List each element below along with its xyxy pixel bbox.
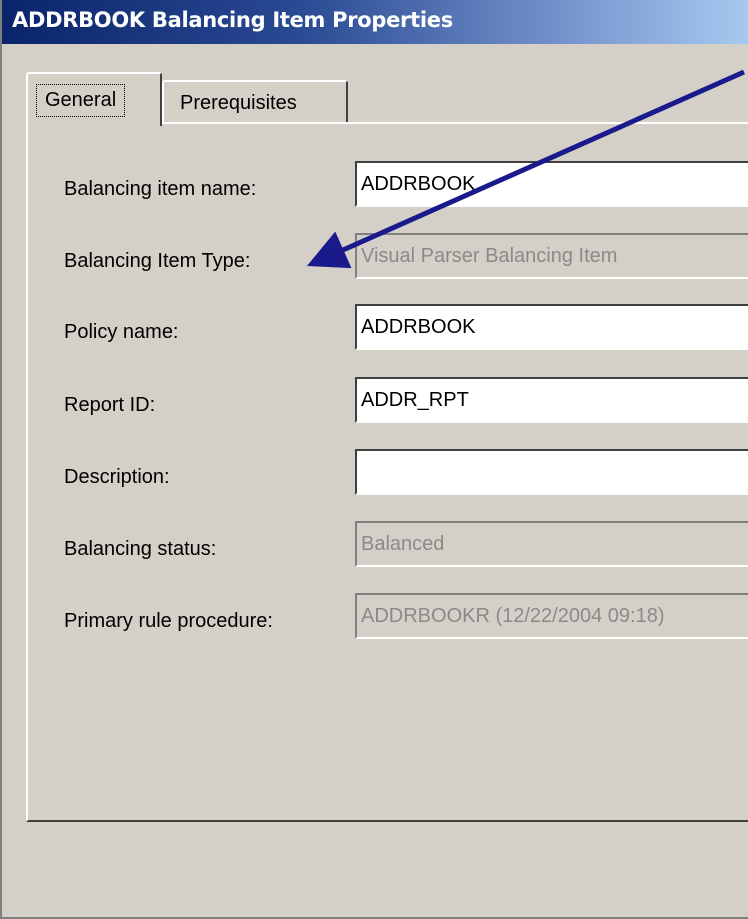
- balancing-status-field: Balanced: [355, 521, 748, 567]
- report-id-input[interactable]: ADDR_RPT: [355, 377, 748, 423]
- balancing-item-type-label: Balancing Item Type:: [64, 250, 251, 272]
- primary-rule-procedure-field: ADDRBOOKR (12/22/2004 09:18): [355, 593, 748, 639]
- policy-name-input[interactable]: ADDRBOOK: [355, 304, 748, 350]
- window-title: ADDRBOOK Balancing Item Properties: [12, 8, 453, 32]
- primary-rule-procedure-label: Primary rule procedure:: [64, 610, 273, 632]
- tab-general-label: General: [36, 84, 126, 117]
- description-input[interactable]: [355, 449, 748, 495]
- tab-prerequisites[interactable]: Prerequisites: [162, 80, 348, 124]
- balancing-item-name-input[interactable]: ADDRBOOK: [355, 161, 748, 207]
- balancing-status-label: Balancing status:: [64, 538, 217, 560]
- balancing-item-type-field: Visual Parser Balancing Item: [355, 233, 748, 279]
- properties-dialog: ADDRBOOK Balancing Item Properties Gener…: [0, 0, 748, 919]
- title-bar[interactable]: ADDRBOOK Balancing Item Properties: [2, 0, 748, 44]
- policy-name-label: Policy name:: [64, 321, 179, 343]
- tab-prerequisites-label: Prerequisites: [180, 92, 297, 114]
- balancing-item-name-label: Balancing item name:: [64, 178, 257, 200]
- report-id-label: Report ID:: [64, 394, 156, 416]
- tab-general[interactable]: General: [26, 72, 162, 126]
- description-label: Description:: [64, 466, 170, 488]
